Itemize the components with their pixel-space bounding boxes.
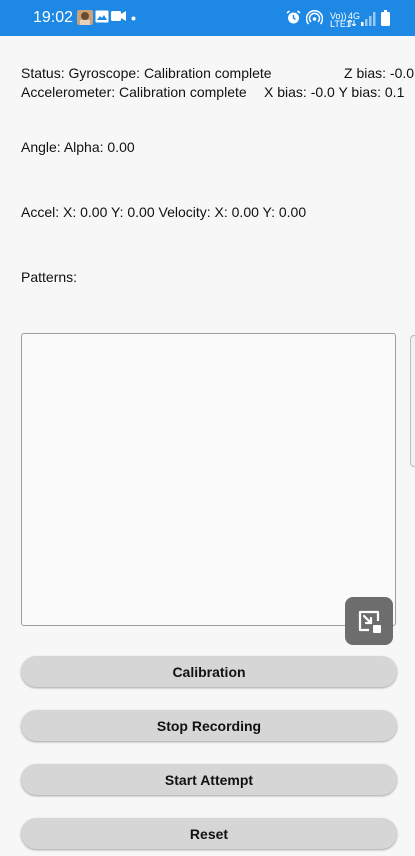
- data-arrows-icon: [348, 20, 356, 26]
- reset-button[interactable]: Reset: [21, 818, 397, 849]
- signal-bars-icon: [361, 12, 376, 26]
- notification-dot-icon: [131, 16, 136, 21]
- angle-readout: Angle: Alpha: 0.00: [21, 139, 135, 155]
- alarm-icon: [286, 10, 301, 24]
- status-line-gyroscope: Status: Gyroscope: Calibration complete: [21, 65, 272, 81]
- z-bias-value: Z bias: -0.0: [344, 65, 415, 81]
- stop-recording-button[interactable]: Stop Recording: [21, 710, 397, 741]
- gallery-icon: [95, 10, 109, 23]
- xy-bias-value: X bias: -0.0 Y bias: 0.1: [264, 84, 405, 100]
- patterns-label: Patterns:: [21, 269, 78, 285]
- motion-readout: Accel: X: 0.00 Y: 0.00 Velocity: X: 0.00…: [21, 204, 307, 220]
- edge-panel-handle[interactable]: [410, 335, 415, 467]
- clock: 19:02: [33, 9, 74, 26]
- status-line-accelerometer: Accelerometer: Calibration complete: [21, 84, 247, 100]
- picture-in-picture-button[interactable]: [345, 597, 393, 645]
- patterns-drawing-area[interactable]: [21, 333, 396, 626]
- network-type-label: 4G: [348, 11, 361, 21]
- start-attempt-button[interactable]: Start Attempt: [21, 764, 397, 795]
- photo-avatar-icon: [77, 10, 93, 25]
- calibration-button[interactable]: Calibration: [21, 656, 397, 687]
- battery-icon: [381, 10, 390, 26]
- hotspot-icon: [306, 10, 323, 25]
- video-camera-icon: [111, 11, 126, 21]
- picture-in-picture-icon: [358, 610, 381, 633]
- status-bar: 19:02 Vo)) LTE1 4G: [0, 0, 415, 36]
